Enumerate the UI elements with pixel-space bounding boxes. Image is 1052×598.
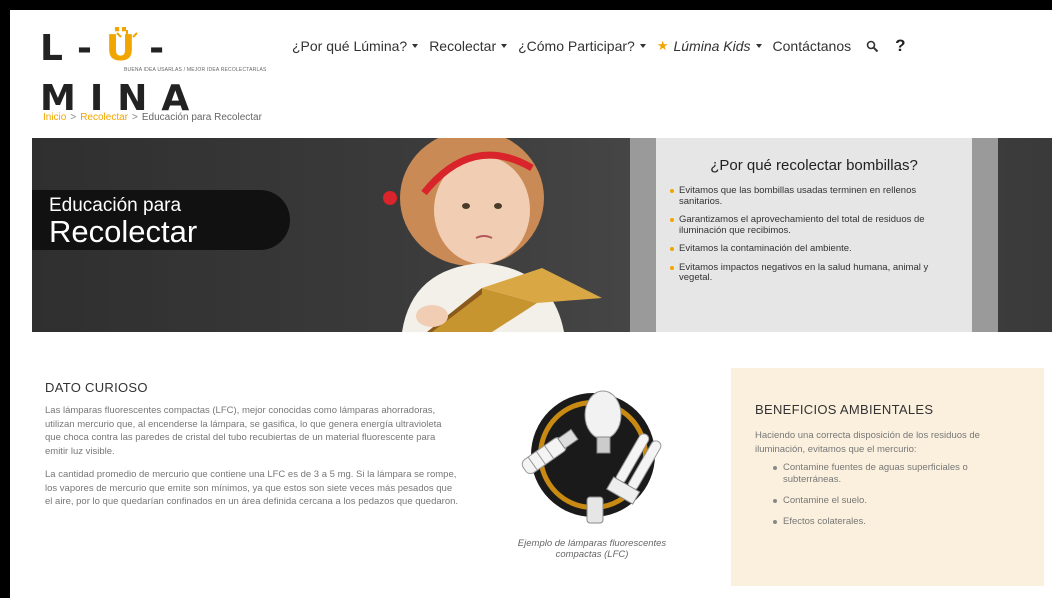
paragraph: Las lámparas fluorescentes compactas (LF…: [45, 405, 442, 457]
nav-item-lumina-kids[interactable]: ★ Lúmina Kids: [657, 38, 762, 54]
caret-down-icon: [755, 44, 762, 48]
girl-reading-image: [383, 138, 602, 332]
breadcrumb-separator: >: [70, 112, 77, 123]
caret-down-icon: [412, 44, 419, 48]
search-icon[interactable]: [866, 40, 879, 53]
environmental-benefits-box: BENEFICIOS AMBIENTALES Haciendo una corr…: [731, 368, 1044, 586]
nav-label: Recolectar: [429, 38, 497, 54]
nav-label: ¿Por qué Lúmina?: [292, 38, 408, 54]
nav-label: Contáctanos: [772, 38, 852, 54]
logo-tagline: BUENA IDEA USARLAS / MEJOR IDEA RECOLECT…: [124, 67, 267, 73]
list-item: Evitamos impactos negativos en la salud …: [670, 262, 950, 284]
hero-banner: Educación para Recolectar ¿Por qué recol…: [32, 138, 1052, 332]
nav-item-recolectar[interactable]: Recolectar: [429, 38, 508, 54]
list-item: Evitamos la contaminación del ambiente.: [670, 243, 950, 255]
panel-divider: [630, 138, 656, 332]
caret-down-icon: [501, 44, 508, 48]
nav-label: ¿Cómo Participar?: [518, 38, 635, 54]
caret-down-icon: [639, 44, 646, 48]
image-caption: Ejemplo de lámparas fluorescentes compac…: [517, 538, 667, 560]
breadcrumb-home-link[interactable]: Inicio: [43, 112, 66, 123]
nav-item-contactanos[interactable]: Contáctanos: [773, 38, 852, 54]
list-item: Garantizamos el aprovechamiento del tota…: [670, 214, 950, 236]
main-nav: ¿Por qué Lúmina? Recolectar ¿Cómo Partic…: [292, 36, 906, 56]
breadcrumb-current: Educación para Recolectar: [141, 112, 262, 123]
nav-item-como-participar[interactable]: ¿Cómo Participar?: [518, 38, 646, 54]
paragraph: La cantidad promedio de mercurio que con…: [45, 469, 459, 507]
panel-title: ¿Por qué recolectar bombillas?: [710, 157, 918, 174]
star-icon: ★: [656, 38, 669, 53]
list-item: Evitamos que las bombillas usadas termin…: [670, 185, 950, 207]
cfl-lamps-illustration: [521, 390, 662, 524]
panel-divider: [972, 138, 998, 332]
hero-title-line2: Recolectar: [49, 214, 198, 249]
benefits-list: Contamine fuentes de aguas superficiales…: [773, 462, 1018, 528]
list-item: Efectos colaterales.: [773, 516, 1018, 528]
breadcrumb-recolectar-link[interactable]: Recolectar: [80, 112, 128, 123]
breadcrumb: Inicio > Recolectar > Educación para Recolec…: [43, 112, 262, 123]
help-button[interactable]: ?: [895, 36, 905, 56]
fun-fact-section: DATO CURIOSO Las lámparas fluorescentes …: [45, 380, 460, 519]
list-item: Contamine el suelo.: [773, 495, 1018, 507]
page: L-Ü-MINA BUENA IDEA USARLAS / MEJOR IDEA…: [10, 10, 1052, 598]
paragraph: Haciendo una correcta disposición de los…: [755, 430, 980, 455]
site-logo[interactable]: L-Ü-MINA BUENA IDEA USARLAS / MEJOR IDEA…: [40, 24, 280, 119]
nav-label: Lúmina Kids: [673, 38, 751, 54]
section-heading: DATO CURIOSO: [45, 380, 148, 395]
nav-item-por-que-lumina[interactable]: ¿Por qué Lúmina?: [292, 38, 419, 54]
why-collect-panel: ¿Por qué recolectar bombillas? Evitamos …: [656, 138, 972, 332]
logo-wordmark: L-Ü-MINA: [40, 28, 204, 119]
logo-light-rays-icon: [116, 30, 138, 38]
hero-title-box: Educación para Recolectar: [32, 190, 290, 250]
breadcrumb-separator: >: [132, 112, 138, 123]
list-item: Contamine fuentes de aguas superficiales…: [773, 462, 1018, 486]
section-heading: BENEFICIOS AMBIENTALES: [755, 402, 934, 417]
panel-list: Evitamos que las bombillas usadas termin…: [670, 185, 972, 284]
